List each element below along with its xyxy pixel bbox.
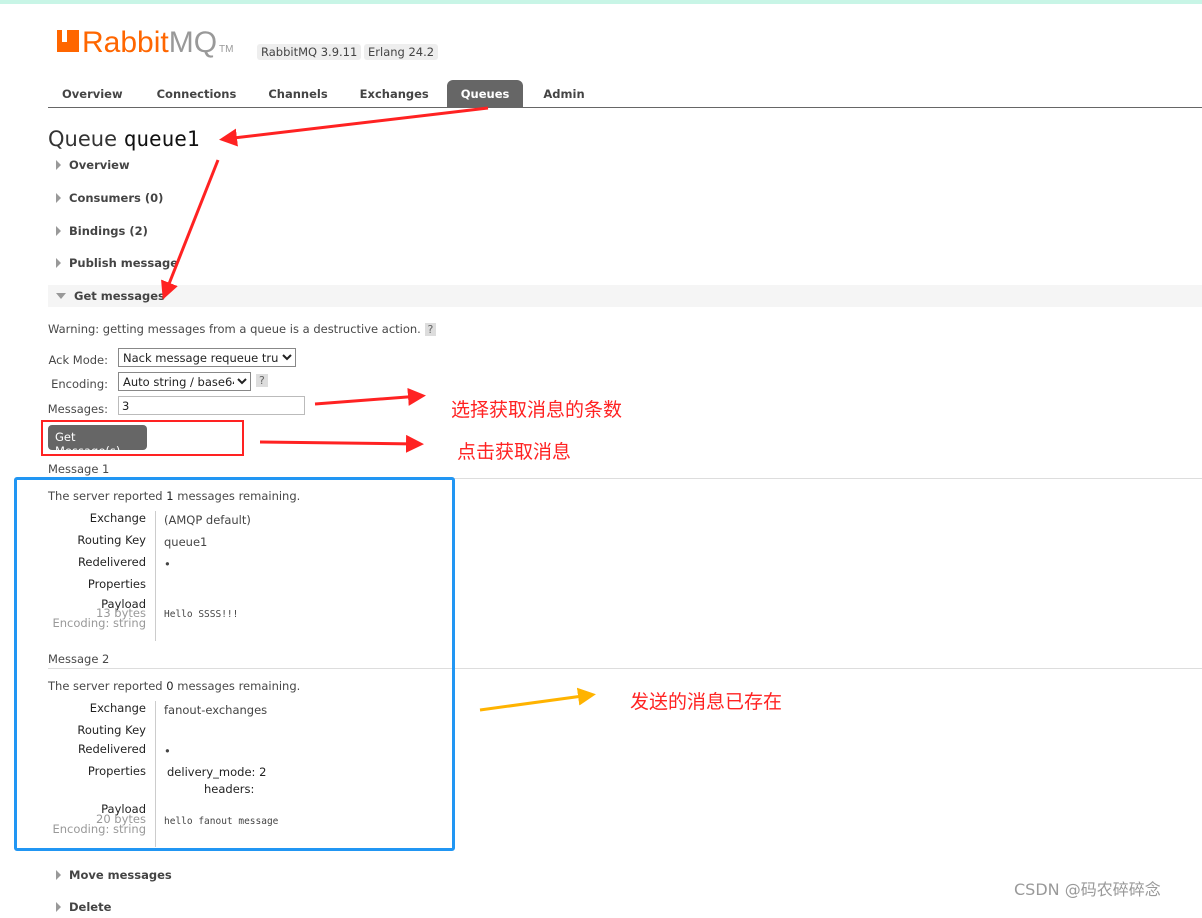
arrow-orange (479, 687, 596, 712)
arrow-to-button (259, 434, 424, 453)
arrow-to-count (314, 387, 426, 406)
annotation-exists: 发送的消息已存在 (630, 691, 783, 713)
arrow-to-get-messages (161, 159, 220, 300)
annotation-click-get: 点击获取消息 (457, 441, 572, 463)
watermark: CSDN @码农碎碎念 (1014, 880, 1161, 899)
arrow-to-title (219, 106, 489, 147)
annotation-arrows (161, 106, 596, 712)
annotation-select-count: 选择获取消息的条数 (451, 399, 623, 421)
